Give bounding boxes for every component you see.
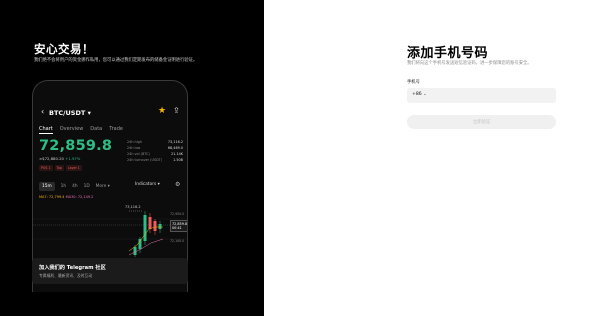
country-code-selector[interactable]: +86: [412, 92, 422, 97]
price-axis-label: 72,950.0: [170, 212, 185, 216]
promo-panel: 安心交易！ 我们绝不会将用户的资金挪作私用，您可以通过我们定期发布的储备金证明进…: [0, 0, 264, 316]
tab-trade: Trade: [109, 126, 123, 132]
chart-high-label: 73,116.2: [125, 205, 141, 209]
trading-pair: BTC/USDT ▾: [49, 109, 91, 117]
community-title: 加入我们的 Telegram 社区: [39, 265, 106, 271]
page-title: 添加手机号码: [407, 46, 489, 61]
candle: [158, 224, 162, 229]
page-subtitle: 我们将向这个手机号发送短信验证码，进一步保障您的账号安全。: [407, 61, 532, 66]
tab-overview: Overview: [59, 126, 84, 132]
last-price-tag: 72,859.8 00:41: [170, 220, 188, 232]
page: 安心交易！ 我们绝不会将用户的资金挪作私用，您可以通过我们定期发布的储备金证明进…: [0, 0, 600, 316]
community-description: 专属福利、最新资讯、及时互动: [39, 273, 93, 278]
promo-title: 安心交易！: [34, 42, 94, 56]
candle: [133, 247, 137, 255]
interval-1d: 1D: [83, 184, 90, 189]
fiat-price: ≈$72,880.20 +1.97%: [39, 156, 81, 161]
stat-value: 1.50B: [173, 158, 183, 162]
price-axis-label: 72,100.0: [170, 239, 185, 243]
interval-more: More ▾: [95, 184, 110, 189]
interval-4h: 4h: [72, 184, 78, 189]
tag: POS 1: [39, 165, 53, 171]
chevron-down-icon[interactable]: ⌄: [423, 92, 427, 97]
tag: Top: [54, 165, 64, 171]
interval-15m: 15m: [39, 182, 55, 191]
indicators-button: Indicators ▾: [135, 182, 160, 187]
share-icon: ⇪: [173, 106, 180, 115]
back-icon: ‹: [41, 107, 45, 116]
tab-data: Data: [90, 126, 103, 132]
candle: [148, 217, 152, 229]
preview-tabs: Chart Overview Data Trade: [39, 126, 123, 134]
star-icon: ★: [158, 106, 167, 116]
candle: [153, 221, 157, 231]
verify-button[interactable]: 立即验证: [407, 115, 556, 129]
phone-input[interactable]: [431, 88, 551, 103]
tab-chart: Chart: [39, 126, 53, 134]
chart-settings-icon: ⚙: [175, 181, 181, 188]
interval-1h: 1h: [60, 184, 67, 189]
candle: [143, 215, 147, 241]
interval-selector: 15m 1h 4h 1D More ▾: [39, 182, 110, 191]
last-price: 72,859.8: [39, 138, 113, 154]
phone-field-label: 手机号: [407, 80, 420, 85]
telegram-community-card[interactable]: 加入我们的 Telegram 社区 专属福利、最新资讯、及时互动: [32, 258, 188, 284]
promo-description: 我们绝不会将用户的资金挪作私用，您可以通过我们定期发布的储备金证明进行验证。: [34, 58, 198, 63]
pair-tags: POS 1 Top Layer 1: [39, 165, 82, 171]
tag: Layer 1: [65, 165, 82, 171]
phone-field: +86 ⌄: [407, 88, 556, 103]
form-panel: 添加手机号码 我们将向这个手机号发送短信验证码，进一步保障您的账号安全。 手机号…: [264, 0, 600, 316]
stat-label: 24h turnover (USDT): [127, 158, 163, 162]
candle: [138, 239, 142, 249]
market-stats: 24h high 73,116.2 24h low 68,469.0 24h vol…: [127, 139, 183, 163]
candlestick-chart: [33, 210, 187, 257]
